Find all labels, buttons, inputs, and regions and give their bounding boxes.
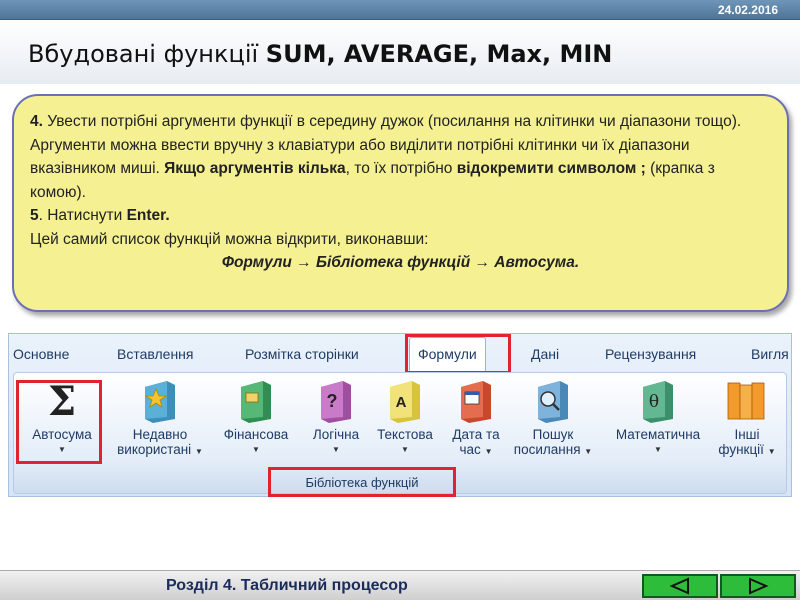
next-slide-button[interactable] [720, 574, 796, 598]
tab-review[interactable]: Рецензування [605, 346, 696, 362]
instruction-callout: 4. Увести потрібні аргументи функції в с… [12, 94, 789, 312]
slide-date: 24.02.2016 [717, 3, 778, 17]
books-icon [727, 382, 765, 420]
lookup-label-2: посилання ▼ [513, 442, 593, 457]
logical-dropdown-icon: ▼ [332, 445, 340, 454]
recently-used-button[interactable]: Недавно використані ▼ [112, 377, 208, 459]
open-line: Цей самий список функцій можна відкрити,… [30, 230, 429, 248]
magnifier-book-icon [538, 381, 568, 423]
financial-dropdown-icon: ▼ [252, 445, 260, 454]
text-button[interactable]: A Текстова ▼ [370, 377, 440, 457]
top-bar: 24.02.2016 [0, 0, 800, 20]
step-4-bold-a: Якщо аргументів кілька [164, 160, 346, 177]
svg-text:?: ? [327, 391, 338, 411]
step-5-bold: Enter. [126, 207, 170, 224]
step-4: 4. Увести потрібні аргументи функції в с… [30, 110, 771, 204]
financial-button[interactable]: Фінансова ▼ [214, 377, 298, 457]
logical-button[interactable]: ? Логічна ▼ [304, 377, 368, 457]
text-label: Текстова [377, 427, 433, 442]
tab-page-layout[interactable]: Розмітка сторінки [245, 346, 359, 362]
more-functions-button[interactable]: Інші функції ▼ [714, 377, 780, 459]
lookup-reference-button[interactable]: Пошук посилання ▼ [508, 377, 598, 459]
arrow-right-icon [749, 577, 769, 595]
lookup-label-1: Пошук [532, 427, 574, 442]
recently-used-label-2: використані ▼ [117, 442, 203, 457]
arrow-left-icon [669, 577, 689, 595]
finance-book-icon [241, 381, 271, 423]
tab-home[interactable]: Основне [13, 346, 69, 362]
ribbon-tabs: Основне Вставлення Розмітка сторінки Фор… [9, 334, 793, 373]
menu-path: Формули → Бібліотека функцій → Автосума. [221, 254, 580, 271]
tab-data[interactable]: Дані [531, 346, 559, 362]
more-functions-label-1: Інші [734, 427, 760, 442]
prev-slide-button[interactable] [642, 574, 718, 598]
step-4-text-b: , то їх потрібно [345, 160, 457, 177]
tab-view[interactable]: Вигля [751, 346, 789, 362]
step-5: 5. Натиснути Enter. [30, 204, 771, 228]
question-book-icon: ? [321, 381, 351, 423]
svg-text:θ: θ [649, 392, 659, 412]
step-4-bold-b: відокремити символом ; [456, 160, 646, 177]
text-book-icon: A [390, 381, 420, 423]
math-trig-button[interactable]: θ Математична ▼ [604, 377, 712, 457]
footer-bar: Розділ 4. Табличний процесор [0, 570, 800, 600]
recently-used-label-1: Недавно [132, 427, 188, 442]
svg-text:A: A [396, 394, 407, 411]
logical-label: Логічна [312, 427, 360, 442]
title-prefix: Вбудовані функції [28, 40, 266, 68]
slide-title: Вбудовані функції SUM, AVERAGE, Max, MIN [28, 40, 612, 68]
formulas-tab-highlight [405, 334, 511, 374]
date-time-button[interactable]: Дата та час ▼ [444, 377, 508, 459]
step-5-number: 5 [30, 207, 39, 224]
calendar-book-icon [461, 381, 491, 423]
financial-label: Фінансова [223, 427, 289, 442]
date-time-label-1: Дата та [452, 427, 500, 442]
autosum-highlight [16, 380, 102, 464]
tab-insert[interactable]: Вставлення [117, 346, 194, 362]
function-library-group-label: Бібліотека функцій [268, 467, 456, 497]
section-title: Розділ 4. Табличний процесор [166, 577, 408, 594]
text-dropdown-icon: ▼ [401, 445, 409, 454]
math-trig-dropdown-icon: ▼ [654, 445, 662, 454]
theta-book-icon: θ [643, 381, 673, 423]
more-functions-label-2: функції ▼ [718, 442, 776, 457]
star-book-icon [144, 381, 175, 423]
date-time-label-2: час ▼ [459, 442, 493, 457]
math-trig-label: Математична [615, 427, 701, 442]
title-functions: SUM, AVERAGE, Max, MIN [265, 40, 613, 68]
step-5-text: . Натиснути [38, 207, 127, 224]
step-4-number: 4. [30, 113, 43, 130]
